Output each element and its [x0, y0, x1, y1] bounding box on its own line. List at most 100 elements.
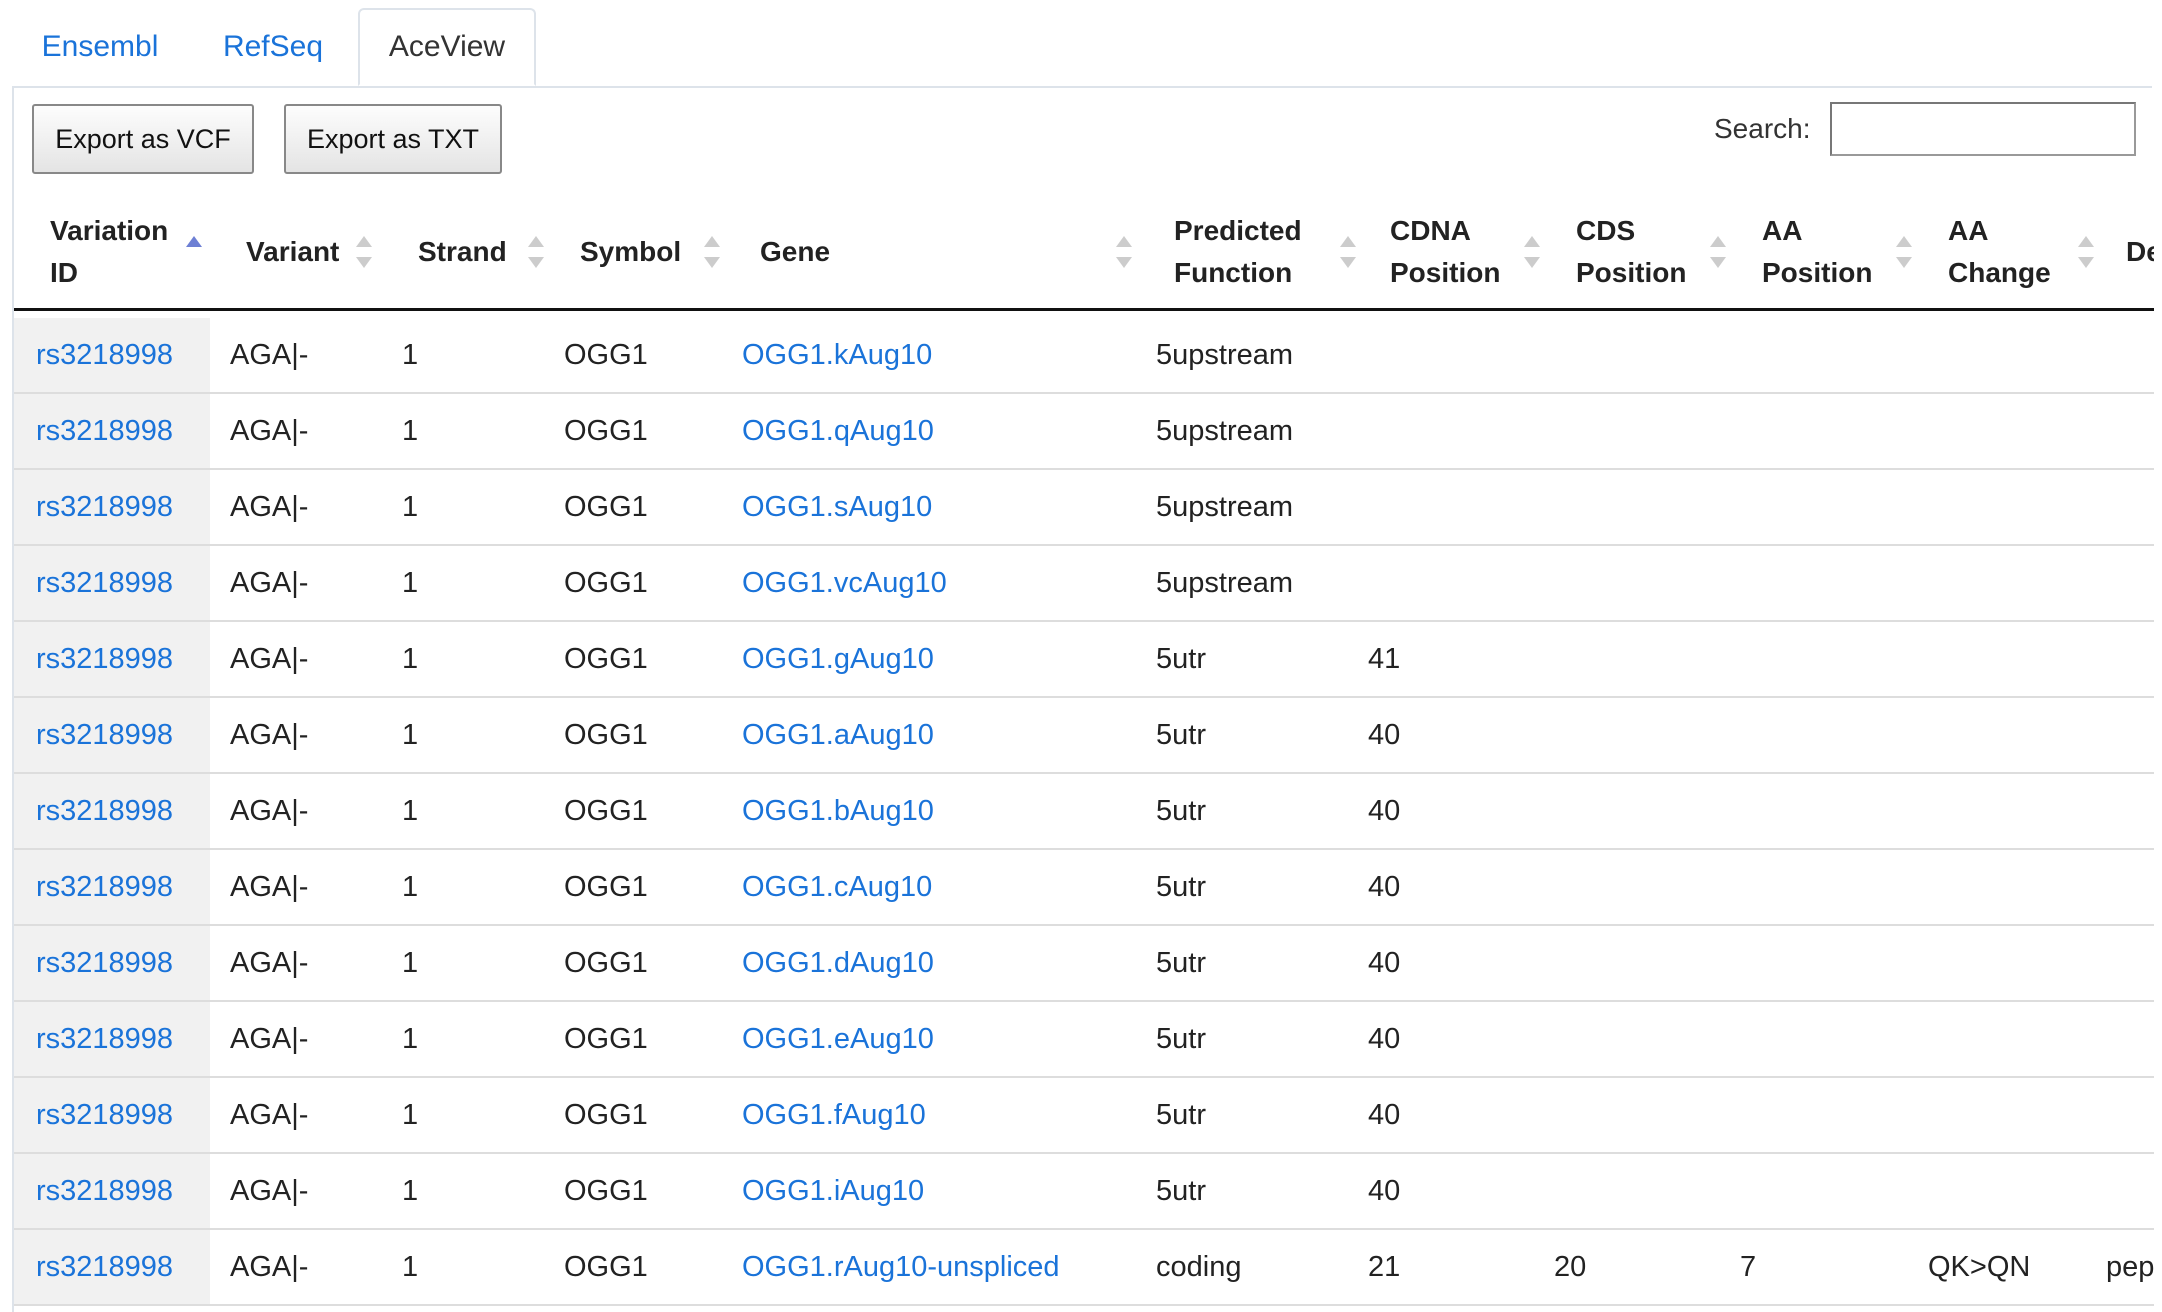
sort-icon: [1524, 236, 1540, 268]
symbol-cell: OGG1: [564, 1175, 648, 1207]
column-header-symbol[interactable]: Symbol: [580, 196, 730, 308]
column-header-aa-change[interactable]: AA Change: [1948, 196, 2104, 308]
gene-link[interactable]: OGG1.kAug10: [742, 318, 932, 392]
gene-link[interactable]: OGG1.bAug10: [742, 774, 934, 848]
strand-cell: 1: [402, 415, 419, 447]
function-cell: 5upstream: [1156, 415, 1294, 447]
variant-cell: AGA|-: [230, 1175, 309, 1207]
variation-id-link[interactable]: rs3218998: [36, 394, 173, 468]
sort-icon: [528, 236, 544, 268]
strand-cell: 1: [402, 1251, 419, 1283]
variant-cell: AGA|-: [230, 567, 309, 599]
cdna-position-cell: 41: [1368, 643, 1401, 675]
variation-id-link[interactable]: rs3218998: [36, 774, 173, 848]
gene-link[interactable]: OGG1.gAug10: [742, 622, 934, 696]
gene-link[interactable]: OGG1.dAug10: [742, 926, 934, 1000]
variation-id-link[interactable]: rs3218998: [36, 622, 173, 696]
variation-id-link[interactable]: rs3218998: [36, 546, 173, 620]
symbol-cell: OGG1: [564, 491, 648, 523]
table-row: rs3218998 AGA|- 1 OGG1 OGG1.bAug10 5utr 40: [14, 774, 2154, 850]
sort-icon: [2078, 236, 2094, 268]
variant-cell: AGA|-: [230, 947, 309, 979]
strand-cell: 1: [402, 1023, 419, 1055]
column-header-cdna-position[interactable]: CDNA Position: [1390, 196, 1546, 308]
gene-link[interactable]: OGG1.iAug10: [742, 1154, 924, 1228]
table-row: rs3218998 AGA|- 1 OGG1 OGG1.kAug10 5upstream: [14, 318, 2154, 394]
column-header-cds-position[interactable]: CDS Position: [1576, 196, 1732, 308]
cds-position-cell: 20: [1554, 1251, 1587, 1283]
table-row: rs3218998 AGA|- 1 OGG1 OGG1.dAug10 5utr 40: [14, 926, 2154, 1002]
export-txt-button[interactable]: Export as TXT: [284, 104, 502, 174]
variation-id-link[interactable]: rs3218998: [36, 1230, 173, 1304]
variation-id-link[interactable]: rs3218998: [36, 1078, 173, 1152]
column-header-label: Gene: [760, 236, 831, 267]
cdna-position-cell: 40: [1368, 947, 1401, 979]
table-row: rs3218998 AGA|- 1 OGG1 OGG1.sAug10 5upstream: [14, 470, 2154, 546]
export-vcf-button[interactable]: Export as VCF: [32, 104, 254, 174]
function-cell: 5utr: [1156, 719, 1206, 751]
column-header-label: CDS Position: [1576, 215, 1687, 288]
column-header-description[interactable]: De: [2126, 196, 2154, 308]
strand-cell: 1: [402, 719, 419, 751]
column-header-variation-id[interactable]: Variation ID: [50, 196, 210, 308]
strand-cell: 1: [402, 1175, 419, 1207]
column-header-strand[interactable]: Strand: [418, 196, 548, 308]
gene-link[interactable]: OGG1.cAug10: [742, 850, 932, 924]
gene-link[interactable]: OGG1.qAug10: [742, 394, 934, 468]
table-row: rs3218998 AGA|- 1 OGG1 OGG1.gAug10 5utr 41: [14, 622, 2154, 698]
function-cell: 5upstream: [1156, 567, 1294, 599]
variant-cell: AGA|-: [230, 415, 309, 447]
strand-cell: 1: [402, 643, 419, 675]
tab-ensembl[interactable]: Ensembl: [12, 8, 188, 86]
variation-id-link[interactable]: rs3218998: [36, 926, 173, 1000]
column-header-aa-position[interactable]: AA Position: [1762, 196, 1918, 308]
variation-id-link[interactable]: rs3218998: [36, 470, 173, 544]
gene-link[interactable]: OGG1.aAug10: [742, 698, 934, 772]
strand-cell: 1: [402, 339, 419, 371]
table-row: rs3218998 AGA|- 1 OGG1 OGG1.eAug10 5utr 40: [14, 1002, 2154, 1078]
function-cell: 5utr: [1156, 1175, 1206, 1207]
variant-cell: AGA|-: [230, 871, 309, 903]
symbol-cell: OGG1: [564, 795, 648, 827]
column-header-predicted-function[interactable]: Predicted Function: [1174, 196, 1364, 308]
variation-id-link[interactable]: rs3218998: [36, 698, 173, 772]
variant-cell: AGA|-: [230, 1251, 309, 1283]
strand-cell: 1: [402, 871, 419, 903]
variation-id-link[interactable]: rs3218998: [36, 850, 173, 924]
variant-cell: AGA|-: [230, 1099, 309, 1131]
function-cell: 5utr: [1156, 947, 1206, 979]
column-header-variant[interactable]: Variant: [246, 196, 376, 308]
aa-position-cell: 7: [1740, 1251, 1757, 1283]
cdna-position-cell: 40: [1368, 719, 1401, 751]
variant-cell: AGA|-: [230, 491, 309, 523]
gene-link[interactable]: OGG1.rAug10-unspliced: [742, 1230, 1060, 1304]
table-row: rs3218998 AGA|- 1 OGG1 OGG1.fAug10 5utr 40: [14, 1078, 2154, 1154]
table-row: rs3218998 AGA|- 1 OGG1 OGG1.rAug10-unspliced…: [14, 1230, 2154, 1306]
tab-refseq[interactable]: RefSeq: [188, 8, 358, 86]
table-row: rs3218998 AGA|- 1 OGG1 OGG1.aAug10 5utr 40: [14, 698, 2154, 774]
variation-id-link[interactable]: rs3218998: [36, 318, 173, 392]
variant-cell: AGA|-: [230, 1023, 309, 1055]
symbol-cell: OGG1: [564, 719, 648, 751]
variation-id-link[interactable]: rs3218998: [36, 1154, 173, 1228]
sort-icon: [704, 236, 720, 268]
symbol-cell: OGG1: [564, 1023, 648, 1055]
cdna-position-cell: 40: [1368, 795, 1401, 827]
column-header-label: Symbol: [580, 236, 682, 267]
gene-link[interactable]: OGG1.eAug10: [742, 1002, 934, 1076]
sort-icon: [1896, 236, 1912, 268]
search-input[interactable]: [1830, 102, 2136, 156]
variant-cell: AGA|-: [230, 339, 309, 371]
strand-cell: 1: [402, 567, 419, 599]
function-cell: 5utr: [1156, 1099, 1206, 1131]
column-header-gene[interactable]: Gene: [760, 196, 1140, 308]
cdna-position-cell: 40: [1368, 1175, 1401, 1207]
gene-link[interactable]: OGG1.fAug10: [742, 1078, 926, 1152]
function-cell: 5utr: [1156, 1023, 1206, 1055]
strand-cell: 1: [402, 1099, 419, 1131]
tab-aceview[interactable]: AceView: [358, 8, 536, 86]
cdna-position-cell: 40: [1368, 1023, 1401, 1055]
gene-link[interactable]: OGG1.vcAug10: [742, 546, 947, 620]
variation-id-link[interactable]: rs3218998: [36, 1002, 173, 1076]
gene-link[interactable]: OGG1.sAug10: [742, 470, 932, 544]
